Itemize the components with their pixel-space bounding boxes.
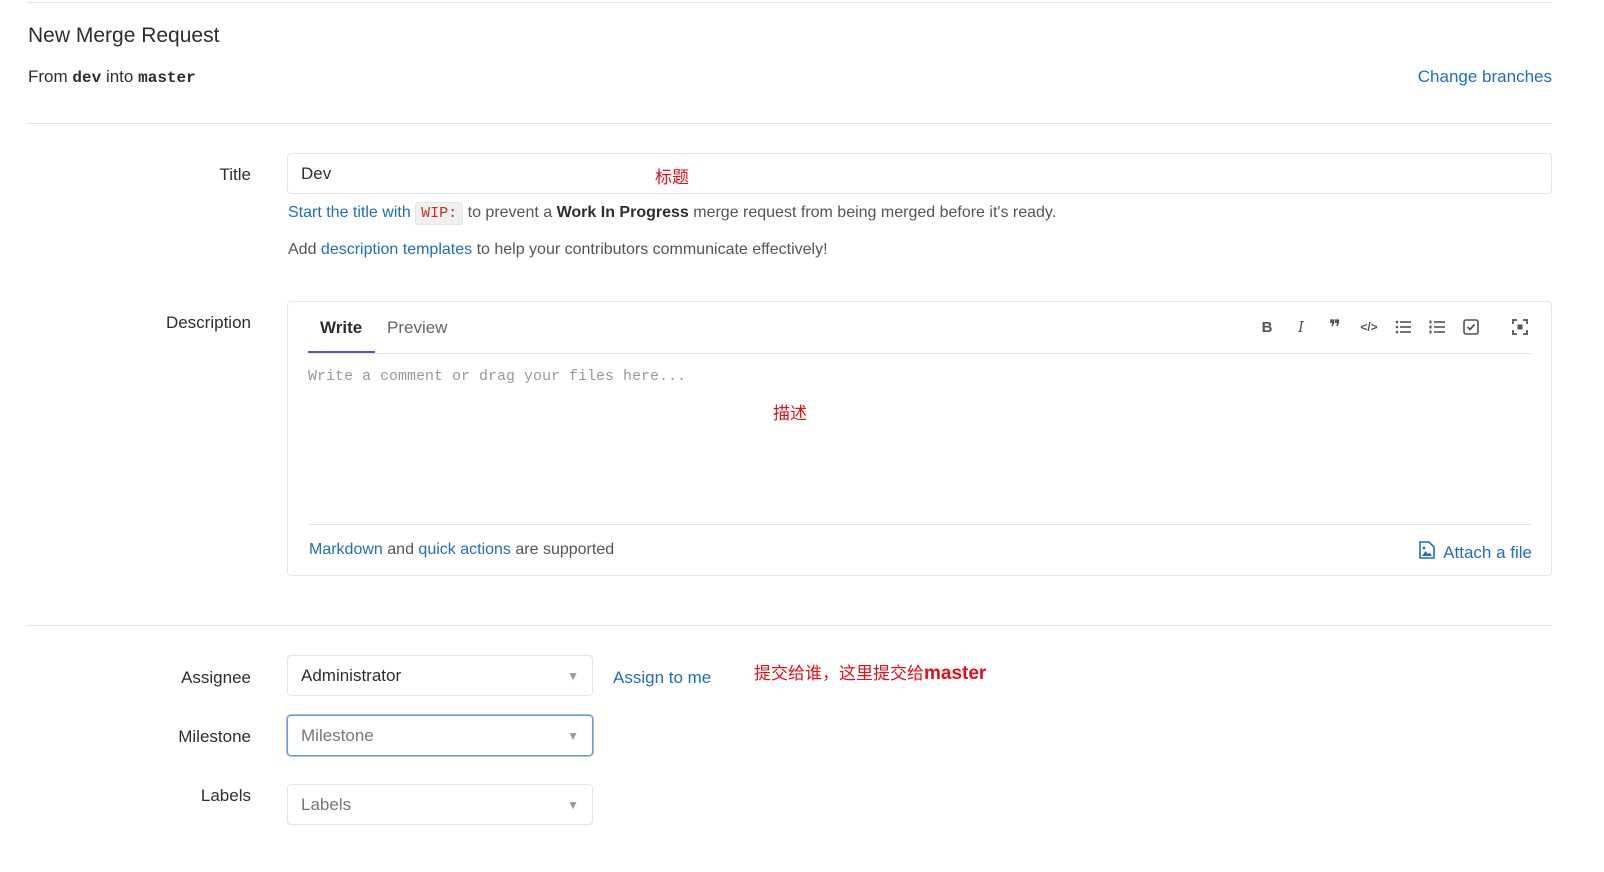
task-list-icon[interactable] <box>1460 316 1482 338</box>
tab-write[interactable]: Write <box>320 318 362 338</box>
section-divider <box>27 123 1552 124</box>
labels-placeholder: Labels <box>301 794 352 814</box>
labels-dropdown[interactable]: Labels ▼ <box>287 784 593 825</box>
milestone-dropdown[interactable]: Milestone ▼ <box>287 715 593 756</box>
assignee-annotation-cn: 提交给谁，这里提交给 <box>754 664 924 684</box>
assignee-annotation: 提交给谁，这里提交给master <box>754 659 986 685</box>
into-label: into <box>105 67 134 86</box>
description-textarea[interactable]: Write a comment or drag your files here.… <box>308 368 686 385</box>
assign-to-me-link[interactable]: Assign to me <box>613 668 711 688</box>
from-label: From <box>28 67 68 86</box>
labels-label: Labels <box>200 786 251 805</box>
markdown-hint: Markdown and quick actions are supported <box>309 541 614 559</box>
wip-code: WIP: <box>415 202 464 225</box>
milestone-label: Milestone <box>178 727 251 746</box>
tab-preview[interactable]: Preview <box>387 318 447 338</box>
quote-icon[interactable]: ❞ <box>1324 316 1346 339</box>
templates-prefix: Add <box>288 241 317 258</box>
templates-hint: Add description templates to help your c… <box>288 241 828 259</box>
templates-suffix: to help your contributors communicate ef… <box>476 241 828 258</box>
change-branches-link[interactable]: Change branches <box>1418 67 1552 87</box>
branch-info: From dev into master <box>28 67 196 87</box>
description-templates-link[interactable]: description templates <box>321 241 472 258</box>
chevron-down-icon: ▼ <box>567 797 579 812</box>
italic-icon[interactable]: I <box>1290 316 1312 338</box>
quick-actions-link[interactable]: quick actions <box>418 541 511 558</box>
description-editor: Write Preview B I ❞ </> Write a comment … <box>287 301 1552 576</box>
section-divider-2 <box>27 625 1552 626</box>
milestone-placeholder: Milestone <box>301 725 374 745</box>
wip-hint-link[interactable]: Start the title with <box>288 204 411 221</box>
attach-file-label: Attach a file <box>1443 542 1532 562</box>
description-annotation: 描述 <box>773 404 807 424</box>
wip-hint-bold: Work In Progress <box>556 204 689 221</box>
bold-icon[interactable]: B <box>1256 316 1278 338</box>
fullscreen-icon[interactable] <box>1509 316 1531 338</box>
assignee-label: Assignee <box>181 668 251 687</box>
and-word: and <box>387 541 414 558</box>
numbered-list-icon[interactable] <box>1426 316 1448 338</box>
chevron-down-icon: ▼ <box>567 728 579 743</box>
title-annotation: 标题 <box>655 168 689 188</box>
title-input-value: Dev <box>301 163 332 183</box>
editor-footer-divider <box>308 524 1532 525</box>
assignee-annotation-en: master <box>924 663 987 684</box>
title-label: Title <box>219 165 252 184</box>
description-label: Description <box>165 313 251 332</box>
image-file-icon <box>1419 541 1435 564</box>
page-title: New Merge Request <box>28 24 220 47</box>
markdown-link[interactable]: Markdown <box>309 541 383 558</box>
top-divider <box>27 2 1552 3</box>
title-input[interactable]: Dev <box>287 153 1552 194</box>
assignee-dropdown[interactable]: Administrator ▼ <box>287 655 593 696</box>
chevron-down-icon: ▼ <box>567 668 579 683</box>
attach-file-button[interactable]: Attach a file <box>1419 541 1532 564</box>
supported-text: are supported <box>515 541 615 558</box>
bullet-list-icon[interactable] <box>1392 316 1414 338</box>
tab-divider <box>308 353 1532 354</box>
wip-hint-end: merge request from being merged before i… <box>693 204 1057 221</box>
source-branch: dev <box>72 69 102 87</box>
target-branch: master <box>138 69 196 87</box>
code-icon[interactable]: </> <box>1358 316 1380 338</box>
assignee-value: Administrator <box>301 665 402 685</box>
wip-hint: Start the title with WIP: to prevent a W… <box>288 202 1057 225</box>
wip-hint-mid: to prevent a <box>467 204 553 221</box>
